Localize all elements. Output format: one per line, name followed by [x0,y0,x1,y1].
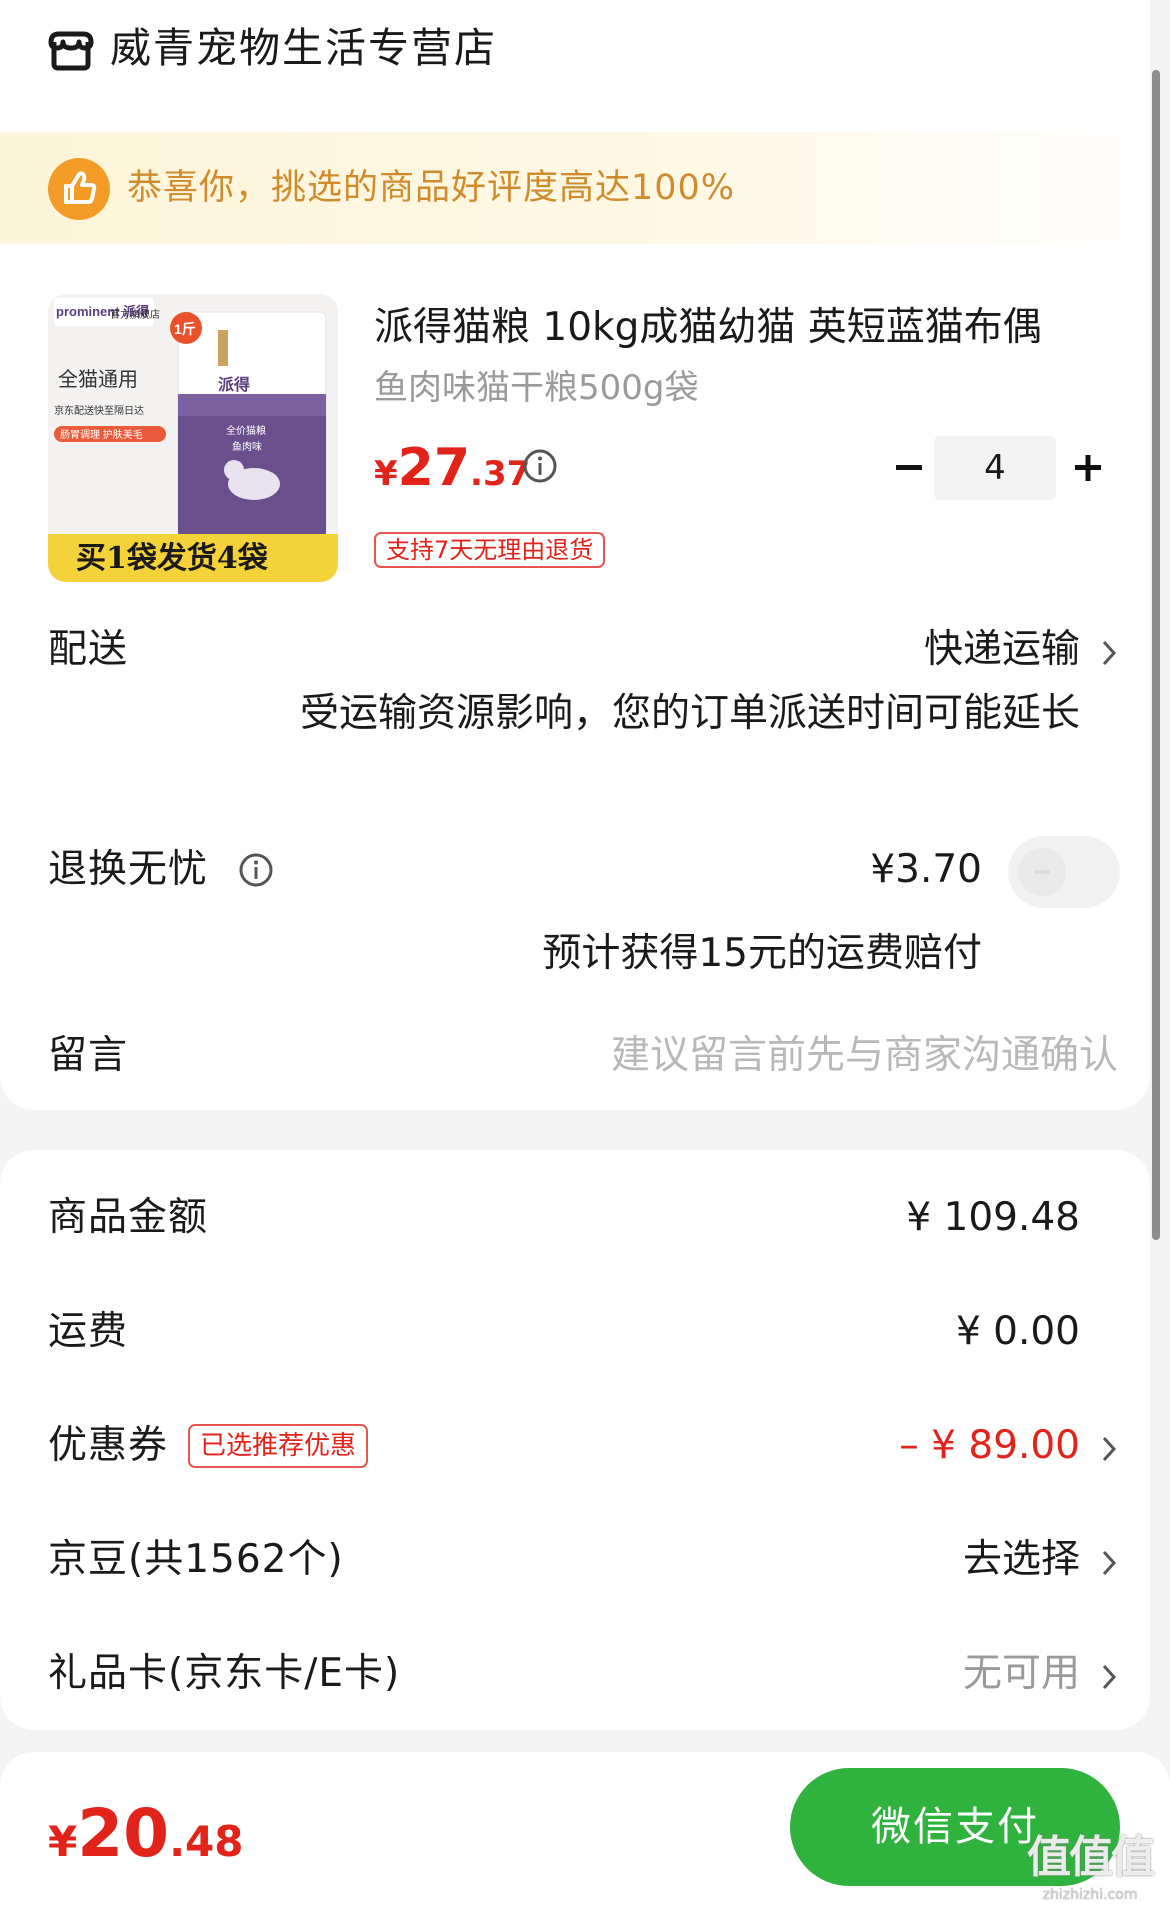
worry-free-label: 退换无忧 [48,847,209,892]
message-label: 留言 [48,1033,129,1078]
total-currency: ¥ [48,1817,78,1866]
img-universal: 全猫通用 [58,368,138,391]
return-policy-badge: 支持7天无理由退货 [374,532,606,568]
coupon-badge: 已选推荐优惠 [188,1424,369,1468]
praise-text: 恭喜你，挑选的商品好评度高达100% [127,168,736,208]
img-bag-line1: 全价猫粮 [226,424,266,437]
total-price: ¥20.48 [48,1794,244,1891]
chevron-right-icon[interactable] [1100,1548,1118,1578]
product-title[interactable]: 派得猫粮 10kg成猫幼猫 英短蓝猫布偶 [374,300,1094,356]
img-store-tag: 官方旗舰店 [110,308,160,321]
message-input[interactable]: 建议留言前先与商家沟通确认 [611,1028,1118,1084]
thumbs-up-icon [48,158,110,220]
total-decimal: .48 [169,1817,244,1866]
coupon-label: 优惠券 [48,1423,169,1468]
img-bag-line2: 鱼肉味 [232,440,262,453]
gift-card-label: 礼品卡(京东卡/E卡) [48,1651,401,1696]
store-name[interactable]: 威青宠物生活专营店 [110,20,497,76]
chevron-right-icon[interactable] [1100,1434,1118,1464]
img-bag-brand: 派得 [218,375,250,394]
product-image[interactable]: prominent 派得 官方旗舰店 1斤 全猫通用 京东配送快至隔日达 肠胃调… [48,294,338,582]
delivery-label: 配送 [48,627,129,672]
price-currency: ¥ [374,454,398,494]
toggle-knob [1018,848,1066,896]
scrollbar[interactable] [1152,70,1160,1240]
info-icon[interactable] [522,448,558,484]
shipping-value: ¥ 0.00 [955,1309,1080,1354]
product-spec[interactable]: 鱼肉味猫干粮500g袋 [374,360,698,416]
delivery-notice: 受运输资源影响，您的订单派送时间可能延长 [299,691,1080,736]
quantity-input[interactable]: 4 [934,436,1056,500]
total-integer: 20 [77,1795,170,1872]
delivery-method[interactable]: 快递运输 [924,622,1080,678]
img-promo: 买1袋发货4袋 [76,541,268,576]
goods-amount-label: 商品金额 [48,1195,209,1240]
coupon-discount[interactable]: – ¥ 89.00 [899,1418,1080,1474]
img-tags: 肠胃调理 护肤美毛 [60,428,143,441]
price-integer: 27 [397,438,471,498]
gift-card-value[interactable]: 无可用 [963,1646,1080,1702]
info-icon[interactable] [238,852,274,888]
img-note: 京东配送快至隔日达 [54,404,144,417]
store-icon [48,28,94,72]
quantity-decrease-button[interactable] [880,436,940,500]
chevron-right-icon[interactable] [1100,1662,1118,1692]
worry-free-note: 预计获得15元的运费赔付 [542,931,982,976]
jd-beans-label: 京豆(共1562个) [48,1537,344,1582]
quantity-increase-button[interactable] [1058,436,1122,500]
watermark: 值值值 zhizhizhi.com [1020,1830,1160,1910]
worry-free-price: ¥3.70 [870,847,982,892]
watermark-url: zhizhizhi.com [1042,1887,1138,1903]
watermark-logo: 值值值 [1027,1832,1155,1883]
product-price: ¥27.37 [374,438,530,510]
jd-beans-select[interactable]: 去选择 [963,1532,1080,1588]
img-weight-tag: 1斤 [174,321,196,337]
shipping-label: 运费 [48,1309,129,1354]
goods-amount-value: ¥ 109.48 [906,1195,1080,1240]
chevron-right-icon[interactable] [1100,638,1118,668]
